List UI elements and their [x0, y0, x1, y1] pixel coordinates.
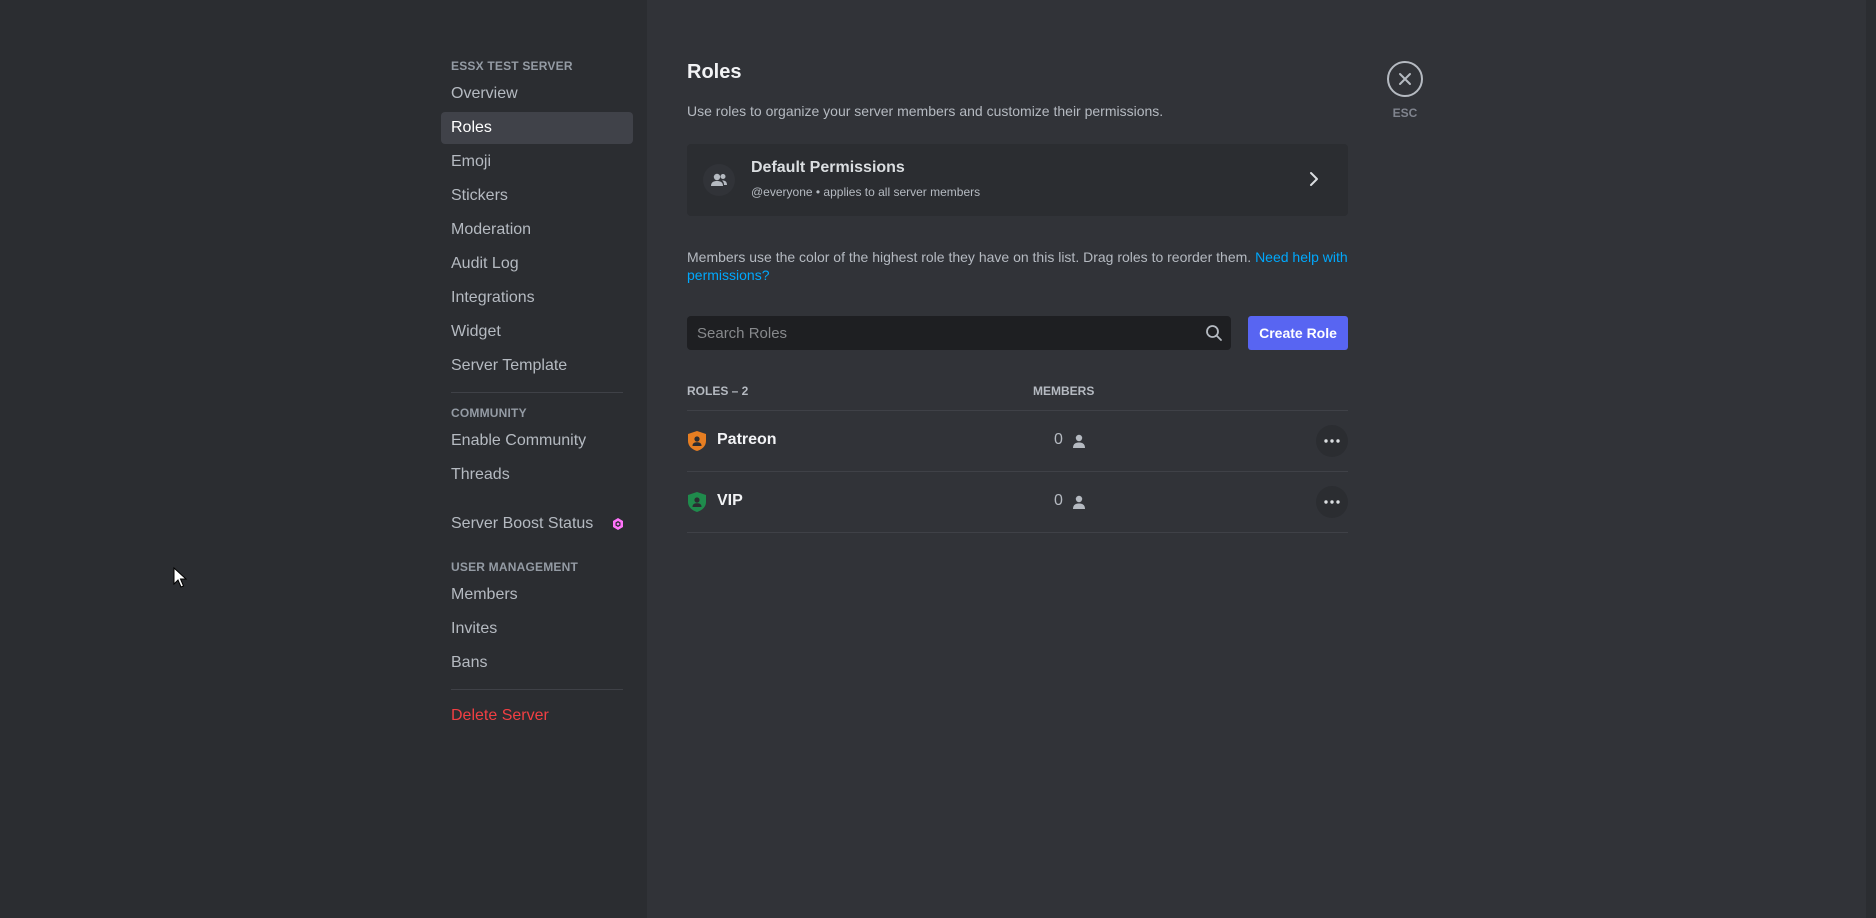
help-text-body: Members use the color of the highest rol…: [687, 249, 1252, 265]
roles-column-header: ROLES – 2: [687, 384, 749, 398]
sidebar-divider: [451, 689, 623, 690]
close-button[interactable]: [1387, 61, 1423, 97]
search-box: [687, 316, 1231, 350]
page-title: Roles: [687, 61, 742, 83]
user-management-section-header: USER MANAGEMENT: [451, 560, 579, 574]
community-section-header: COMMUNITY: [451, 406, 527, 420]
settings-sidebar: ESSX TEST SERVER Overview Roles Emoji St…: [441, 56, 633, 734]
sidebar-divider: [451, 548, 623, 549]
server-section-header: ESSX TEST SERVER: [451, 59, 573, 73]
default-permissions-subtitle: @everyone • applies to all server member…: [751, 185, 981, 199]
roles-content: Roles Use roles to organize your server …: [687, 56, 1348, 533]
members-column-header: MEMBERS: [1033, 384, 1095, 398]
sidebar-item-audit-log[interactable]: Audit Log: [441, 248, 633, 280]
ellipsis-icon: [1324, 439, 1340, 443]
search-icon: [1206, 325, 1222, 341]
default-permissions-card[interactable]: Default Permissions @everyone • applies …: [687, 144, 1348, 216]
sidebar-divider: [451, 499, 623, 500]
person-icon: [1073, 434, 1085, 448]
table-row[interactable]: Patreon 0: [687, 411, 1348, 472]
close-settings: ESC: [1387, 61, 1423, 120]
page-description: Use roles to organize your server member…: [687, 103, 1164, 119]
role-member-count: 0: [1054, 431, 1063, 448]
create-role-button[interactable]: Create Role: [1248, 316, 1348, 350]
role-more-options-button[interactable]: [1316, 425, 1348, 457]
default-permissions-title: Default Permissions: [751, 159, 905, 176]
role-member-count: 0: [1054, 492, 1063, 509]
sidebar-item-threads[interactable]: Threads: [441, 459, 633, 491]
search-roles-input[interactable]: [687, 316, 1187, 350]
sidebar-divider: [451, 392, 623, 393]
sidebar-item-overview[interactable]: Overview: [441, 78, 633, 110]
sidebar-item-bans[interactable]: Bans: [441, 647, 633, 679]
close-icon: [1399, 73, 1411, 85]
sidebar-item-moderation[interactable]: Moderation: [441, 214, 633, 246]
sidebar-item-enable-community[interactable]: Enable Community: [441, 425, 633, 457]
role-name: Patreon: [717, 431, 777, 448]
sidebar-item-label: Server Boost Status: [451, 515, 594, 532]
role-name: VIP: [717, 492, 743, 509]
sidebar-item-delete-server[interactable]: Delete Server: [441, 700, 633, 732]
mouse-cursor-icon: [173, 567, 187, 588]
sidebar-item-roles[interactable]: Roles: [441, 112, 633, 144]
sidebar-item-emoji[interactable]: Emoji: [441, 146, 633, 178]
person-icon: [1073, 495, 1085, 509]
role-shield-icon: [688, 492, 706, 512]
ellipsis-icon: [1324, 500, 1340, 504]
sidebar-item-stickers[interactable]: Stickers: [441, 180, 633, 212]
sidebar-item-invites[interactable]: Invites: [441, 613, 633, 645]
boost-gem-icon: [613, 518, 623, 530]
role-more-options-button[interactable]: [1316, 486, 1348, 518]
everyone-icon: [703, 164, 735, 196]
chevron-right-icon: [1310, 172, 1318, 186]
esc-label: ESC: [1392, 106, 1418, 120]
roles-help-text: Members use the color of the highest rol…: [687, 248, 1348, 284]
search-row: Create Role: [687, 316, 1348, 350]
role-shield-icon: [688, 431, 706, 451]
sidebar-item-server-template[interactable]: Server Template: [441, 350, 633, 382]
sidebar-item-integrations[interactable]: Integrations: [441, 282, 633, 314]
sidebar-item-server-boost-status[interactable]: Server Boost Status: [441, 508, 633, 540]
roles-table-header: ROLES – 2 MEMBERS: [687, 384, 1348, 411]
sidebar-item-widget[interactable]: Widget: [441, 316, 633, 348]
sidebar-item-members[interactable]: Members: [441, 579, 633, 611]
scrollbar-track[interactable]: [1866, 0, 1876, 918]
table-row[interactable]: VIP 0: [687, 472, 1348, 533]
